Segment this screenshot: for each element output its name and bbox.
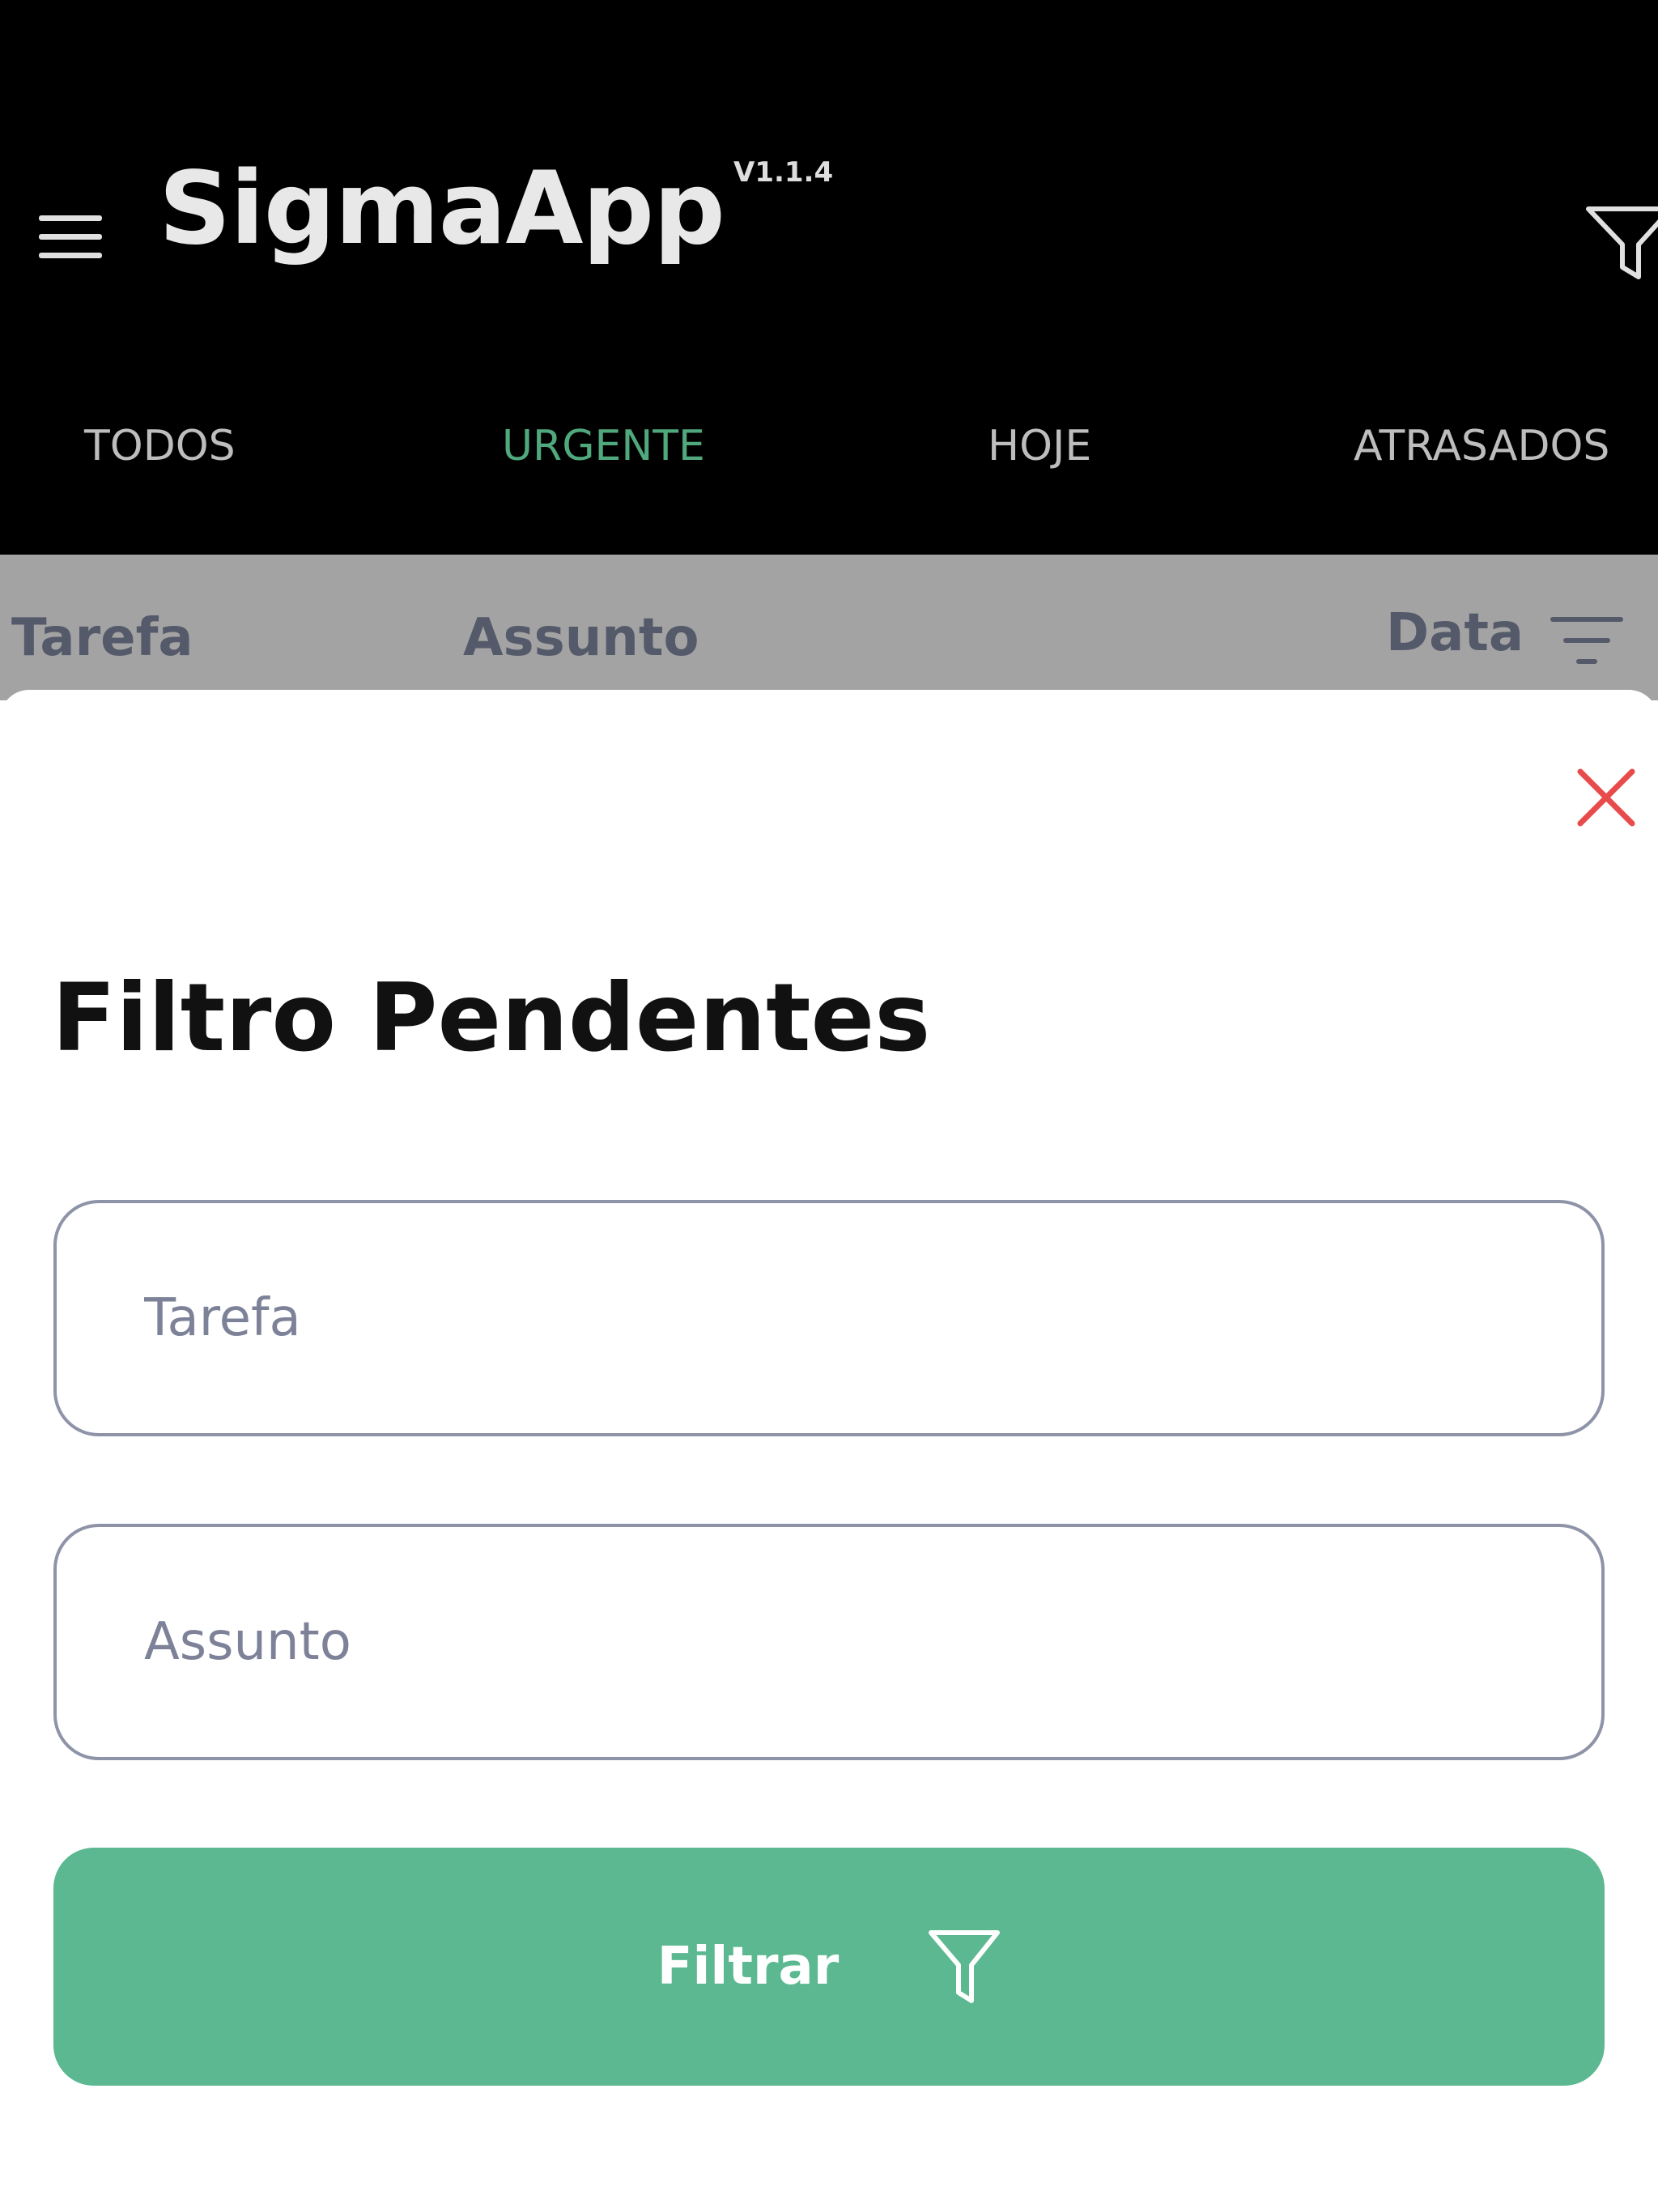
tab-hoje[interactable]: HOJE xyxy=(988,425,1091,467)
filter-icon xyxy=(929,1930,1001,2003)
filter-icon[interactable] xyxy=(1585,202,1658,283)
tab-todos[interactable]: TODOS xyxy=(84,425,236,467)
sort-icon[interactable] xyxy=(1550,614,1623,667)
column-header-tarefa[interactable]: Tarefa xyxy=(11,612,193,664)
filter-button[interactable]: Filtrar xyxy=(53,1848,1605,2086)
tab-atrasados[interactable]: ATRASADOS xyxy=(1354,425,1609,467)
close-icon[interactable] xyxy=(1574,765,1639,830)
column-header-data[interactable]: Data xyxy=(1386,607,1524,659)
app-screen: SigmaApp V1.1.4 TODOS URGENTE HOJE ATRAS… xyxy=(0,0,1658,2212)
hamburger-menu-icon[interactable] xyxy=(39,212,104,262)
assunto-input[interactable] xyxy=(57,1527,1601,1757)
app-title: SigmaApp xyxy=(159,151,725,267)
sheet-title: Filtro Pendentes xyxy=(52,963,931,1073)
tab-urgente[interactable]: URGENTE xyxy=(502,425,705,467)
filter-button-label: Filtrar xyxy=(657,1937,840,1997)
tarefa-field xyxy=(53,1200,1605,1436)
assunto-field xyxy=(53,1524,1605,1760)
app-bar: SigmaApp V1.1.4 TODOS URGENTE HOJE ATRAS… xyxy=(0,0,1658,555)
tarefa-input[interactable] xyxy=(57,1203,1601,1433)
column-header-assunto[interactable]: Assunto xyxy=(463,612,699,664)
app-version: V1.1.4 xyxy=(733,156,834,189)
